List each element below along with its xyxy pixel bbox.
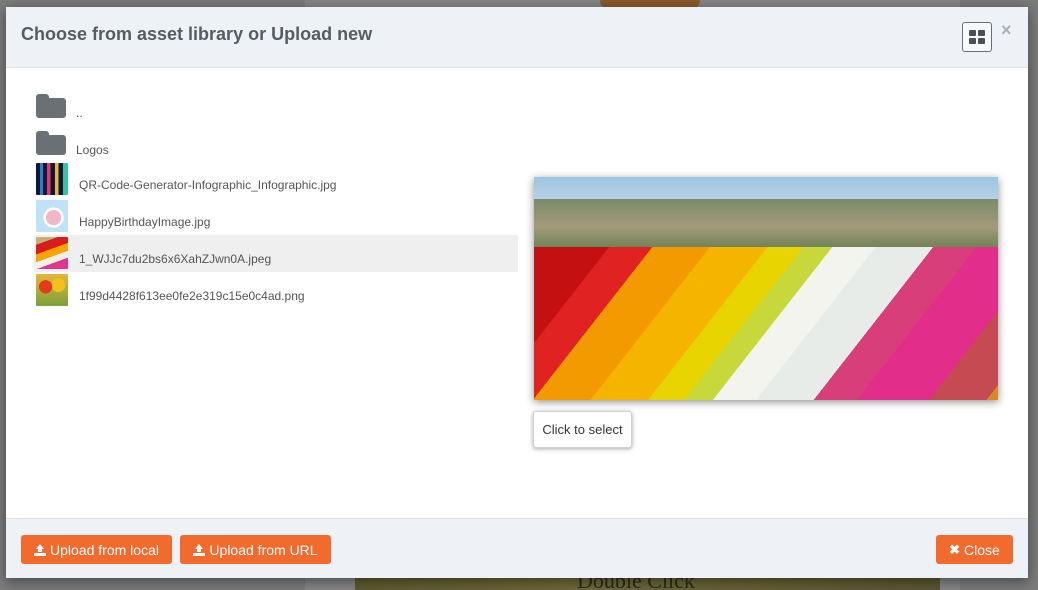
file-name: HappyBirthdayImage.jpg [79, 215, 211, 229]
upload-icon [34, 543, 47, 556]
button-label: Close [964, 541, 1000, 558]
modal-header: Choose from asset library or Upload new … [6, 7, 1028, 68]
upload-from-local-button[interactable]: Upload from local [21, 535, 172, 564]
upload-icon [193, 543, 206, 556]
close-icon[interactable]: × [1001, 21, 1012, 39]
close-icon: ✖ [949, 542, 961, 557]
file-name: 1f99d4428f613ee0fe2e319c15e0c4ad.png [79, 289, 305, 303]
folder-icon [36, 94, 66, 118]
file-item[interactable]: HappyBirthdayImage.jpg [34, 198, 518, 235]
image-thumbnail [36, 200, 68, 232]
modal-title: Choose from asset library or Upload new [21, 24, 373, 44]
folder-item-parent[interactable]: .. [34, 87, 518, 124]
file-item[interactable]: 1f99d4428f613ee0fe2e319c15e0c4ad.png [34, 272, 518, 309]
folder-icon [36, 131, 66, 155]
image-thumbnail [36, 163, 68, 195]
image-thumbnail [36, 274, 68, 306]
file-item-selected[interactable]: 1_WJJc7du2bs6x6XahZJwn0A.jpeg [34, 235, 518, 272]
file-name: Logos [76, 143, 109, 157]
file-item[interactable]: QR-Code-Generator-Infographic_Infographi… [34, 161, 518, 198]
grid-view-icon [969, 30, 985, 44]
upload-from-url-button[interactable]: Upload from URL [180, 535, 331, 564]
button-label: Upload from URL [209, 541, 318, 558]
image-preview[interactable] [534, 177, 998, 400]
file-name: QR-Code-Generator-Infographic_Infographi… [79, 178, 337, 192]
grid-view-button[interactable] [962, 22, 992, 52]
select-image-button[interactable]: Click to select [533, 411, 632, 448]
modal-footer: Upload from local Upload from URL ✖ Clos… [6, 518, 1028, 578]
close-button[interactable]: ✖ Close [936, 535, 1013, 564]
file-name: 1_WJJc7du2bs6x6XahZJwn0A.jpeg [79, 252, 272, 266]
file-name: .. [76, 106, 83, 120]
button-label: Upload from local [50, 541, 159, 558]
folder-item-logos[interactable]: Logos [34, 124, 518, 161]
file-list: .. Logos QR-Code-Generator-Infographic_I… [34, 87, 518, 309]
asset-library-modal: Choose from asset library or Upload new … [6, 7, 1028, 578]
image-thumbnail [36, 237, 68, 269]
